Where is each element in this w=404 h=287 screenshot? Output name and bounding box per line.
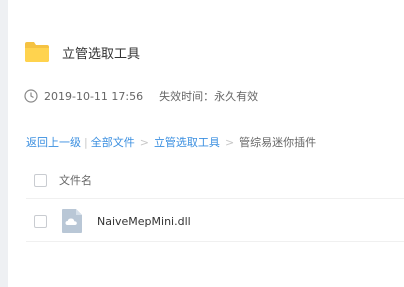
breadcrumb-arrow: >	[139, 135, 149, 149]
file-cloud-icon	[61, 208, 83, 234]
select-all-checkbox[interactable]	[34, 173, 47, 187]
all-files-link[interactable]: 全部文件	[91, 134, 135, 150]
breadcrumb-pipe: |	[84, 135, 88, 149]
share-date: 2019-10-11 17:56	[44, 89, 144, 103]
file-name[interactable]: NaiveMepMini.dll	[97, 215, 191, 228]
clock-icon	[24, 89, 38, 103]
breadcrumb-arrow: >	[224, 135, 235, 149]
back-link[interactable]: 返回上一级	[26, 134, 81, 150]
divider	[26, 241, 404, 242]
expiry-text: 失效时间：永久有效	[159, 90, 259, 103]
folder-header: 立管选取工具	[24, 38, 140, 66]
column-filename: 文件名	[59, 174, 92, 187]
breadcrumb-current: 管综易迷你插件	[239, 136, 317, 149]
folder-title: 立管选取工具	[62, 46, 141, 62]
table-row[interactable]: NaiveMepMini.dll	[34, 208, 191, 234]
row-checkbox[interactable]	[34, 214, 47, 228]
share-meta: 2019-10-11 17:56 失效时间：永久有效	[24, 88, 258, 104]
share-card: 立管选取工具 2019-10-11 17:56 失效时间：永久有效 返回上一级 …	[8, 0, 404, 287]
divider	[26, 198, 404, 199]
folder-link[interactable]: 立管选取工具	[154, 134, 220, 150]
file-list-header: 文件名	[34, 172, 92, 188]
breadcrumb: 返回上一级 | 全部文件 > 立管选取工具 > 管综易迷你插件	[26, 134, 316, 150]
folder-icon	[24, 41, 50, 63]
